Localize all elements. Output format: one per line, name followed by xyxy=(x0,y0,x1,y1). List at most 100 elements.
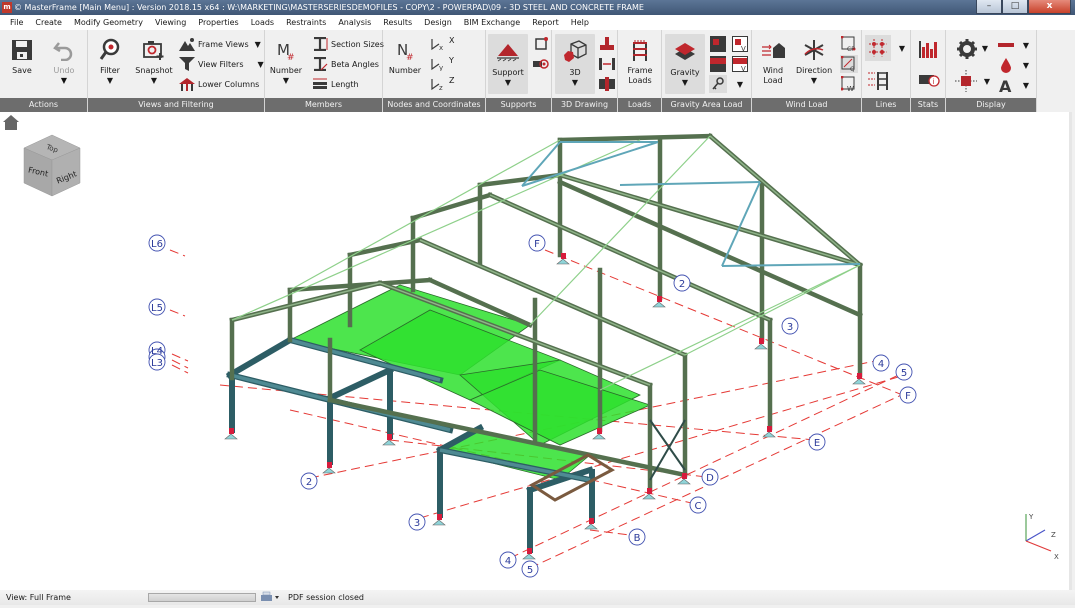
support-node-icon[interactable] xyxy=(532,35,550,53)
direction-dropdown[interactable]: ▼ xyxy=(796,76,832,86)
undo-button[interactable]: Undo ▼ xyxy=(50,36,78,86)
support-dropdown[interactable]: ▼ xyxy=(488,78,528,88)
grid-bubble-d: D xyxy=(706,473,714,484)
node-number-button[interactable]: N # Number xyxy=(388,36,422,76)
color-dropdown[interactable]: ▼ xyxy=(1017,56,1035,74)
member-number-button[interactable]: M # Number ▼ xyxy=(269,36,303,86)
length-button[interactable]: Length xyxy=(312,76,359,92)
menu-bim-exchange[interactable]: BIM Exchange xyxy=(458,15,526,30)
group-supports: Support ▼ Supports xyxy=(486,30,552,112)
direction-button[interactable]: Direction ▼ xyxy=(796,36,832,86)
printer-icon[interactable] xyxy=(260,591,280,608)
axis-triad: Y Z X xyxy=(1025,513,1059,561)
lower-columns-button[interactable]: Lower Columns xyxy=(179,76,259,92)
group-stats: i Stats xyxy=(911,30,946,112)
gravity-button[interactable]: Gravity ▼ xyxy=(665,34,705,94)
axis-x-icon: x xyxy=(430,36,446,52)
level-label-l4: L4 xyxy=(151,346,163,357)
font-icon[interactable]: A xyxy=(997,76,1015,94)
grid-lines-dropdown[interactable]: ▼ xyxy=(893,39,911,57)
wind-load-button[interactable]: Wind Load xyxy=(758,36,788,86)
menu-viewing[interactable]: Viewing xyxy=(149,15,192,30)
grid-bubble-2: 2 xyxy=(306,477,312,488)
coord-x-button[interactable]: x X xyxy=(430,36,454,52)
snapshot-dropdown[interactable]: ▼ xyxy=(134,76,174,86)
menu-design[interactable]: Design xyxy=(418,15,458,30)
grid-bubble-5-top: 5 xyxy=(901,368,907,379)
key-icon[interactable] xyxy=(709,75,727,93)
svg-text:A: A xyxy=(999,77,1012,93)
menu-properties[interactable]: Properties xyxy=(192,15,244,30)
title-bar: m © MasterFrame [Main Menu] : Version 20… xyxy=(0,0,1075,15)
hatched-load-view-icon[interactable]: V xyxy=(731,55,749,73)
frame-views-dropdown[interactable]: ▼ xyxy=(255,40,261,49)
view-filters-button[interactable]: View Filters ▼ xyxy=(179,56,264,72)
menu-modify-geometry[interactable]: Modify Geometry xyxy=(68,15,149,30)
menu-file[interactable]: File xyxy=(4,15,29,30)
offset-icon[interactable] xyxy=(598,55,616,73)
minimize-button[interactable]: – xyxy=(976,0,1002,14)
color-drop-icon[interactable] xyxy=(997,56,1015,74)
wind-q-icon[interactable]: Q xyxy=(840,55,858,73)
coord-y-button[interactable]: y Y xyxy=(430,56,454,72)
level-label-l3: L3 xyxy=(151,358,163,369)
undo-dropdown[interactable]: ▼ xyxy=(50,76,78,86)
font-dropdown[interactable]: ▼ xyxy=(1017,76,1035,94)
menu-analysis[interactable]: Analysis xyxy=(332,15,377,30)
menu-create[interactable]: Create xyxy=(29,15,68,30)
menu-report[interactable]: Report xyxy=(526,15,565,30)
group-views-filtering: Filter ▼ Snapshot ▼ Frame Views ▼ View F… xyxy=(88,30,265,112)
node-display-dropdown[interactable]: ▼ xyxy=(978,72,996,90)
spring-support-icon[interactable] xyxy=(532,55,550,73)
grid-lines-button[interactable] xyxy=(865,35,891,61)
home-icon[interactable] xyxy=(3,115,19,130)
coord-z-button[interactable]: z Z xyxy=(430,76,454,92)
hatched-load-icon[interactable] xyxy=(709,55,727,73)
area-load-icon[interactable] xyxy=(709,35,727,53)
line-style-dropdown[interactable]: ▼ xyxy=(1017,36,1035,54)
frame-loads-button[interactable]: Frame Loads xyxy=(622,36,658,86)
snapshot-button[interactable]: Snapshot ▼ xyxy=(134,36,174,86)
maximize-button[interactable]: □ xyxy=(1002,0,1028,14)
info-stats-icon[interactable]: i xyxy=(917,70,941,90)
3d-viewport[interactable]: Top Front Right L6 L5 L4 L3 2 3 4 5 B C … xyxy=(0,112,1072,590)
close-button[interactable]: x xyxy=(1028,0,1071,14)
level-lines-button[interactable] xyxy=(866,70,890,92)
svg-text:x: x xyxy=(439,44,443,51)
lower-columns-icon xyxy=(179,76,195,92)
menu-results[interactable]: Results xyxy=(377,15,418,30)
member-end-icon[interactable] xyxy=(598,75,616,93)
wind-w-icon[interactable]: W xyxy=(840,75,858,93)
wind-direction-icon xyxy=(800,36,828,64)
menu-loads[interactable]: Loads xyxy=(245,15,280,30)
area-load-view-icon[interactable]: V xyxy=(731,35,749,53)
frame-views-button[interactable]: Frame Views ▼ xyxy=(179,36,261,52)
filter-dropdown[interactable]: ▼ xyxy=(96,76,124,86)
app-icon[interactable]: m xyxy=(2,2,12,13)
node-display-icon[interactable] xyxy=(954,70,978,92)
settings-gear-icon[interactable] xyxy=(956,38,978,60)
view-filters-dropdown[interactable]: ▼ xyxy=(258,60,264,69)
menu-restraints[interactable]: Restraints xyxy=(280,15,332,30)
menu-help[interactable]: Help xyxy=(565,15,595,30)
gravity-dropdown[interactable]: ▼ xyxy=(665,78,705,88)
group-label-nodes: Nodes and Coordinates xyxy=(383,98,485,112)
gravity-more-dropdown[interactable]: ▼ xyxy=(731,75,749,93)
3d-dropdown[interactable]: ▼ xyxy=(555,78,595,88)
save-button[interactable]: Save xyxy=(8,36,36,76)
beta-angles-button[interactable]: Beta Angles xyxy=(312,56,379,72)
member-number-dropdown[interactable]: ▼ xyxy=(269,76,303,86)
section-sizes-button[interactable]: Section Sizes xyxy=(312,36,384,52)
support-button[interactable]: Support ▼ xyxy=(488,34,528,94)
filter-button[interactable]: Filter ▼ xyxy=(96,36,124,86)
line-style-icon[interactable] xyxy=(997,36,1015,54)
bar-chart-icon[interactable] xyxy=(917,38,941,60)
settings-dropdown[interactable]: ▼ xyxy=(976,39,994,57)
3d-button[interactable]: 3D ▼ xyxy=(555,34,595,94)
group-nodes-coordinates: N # Number x X y Y z Z Nodes and Coordina… xyxy=(383,30,486,112)
view-cube[interactable]: Top Front Right xyxy=(23,134,81,197)
column-base-icon[interactable] xyxy=(598,35,616,53)
group-label-members: Members xyxy=(265,98,382,112)
window-title: © MasterFrame [Main Menu] : Version 2018… xyxy=(14,3,644,12)
wind-cp-icon[interactable]: CP xyxy=(840,35,858,53)
